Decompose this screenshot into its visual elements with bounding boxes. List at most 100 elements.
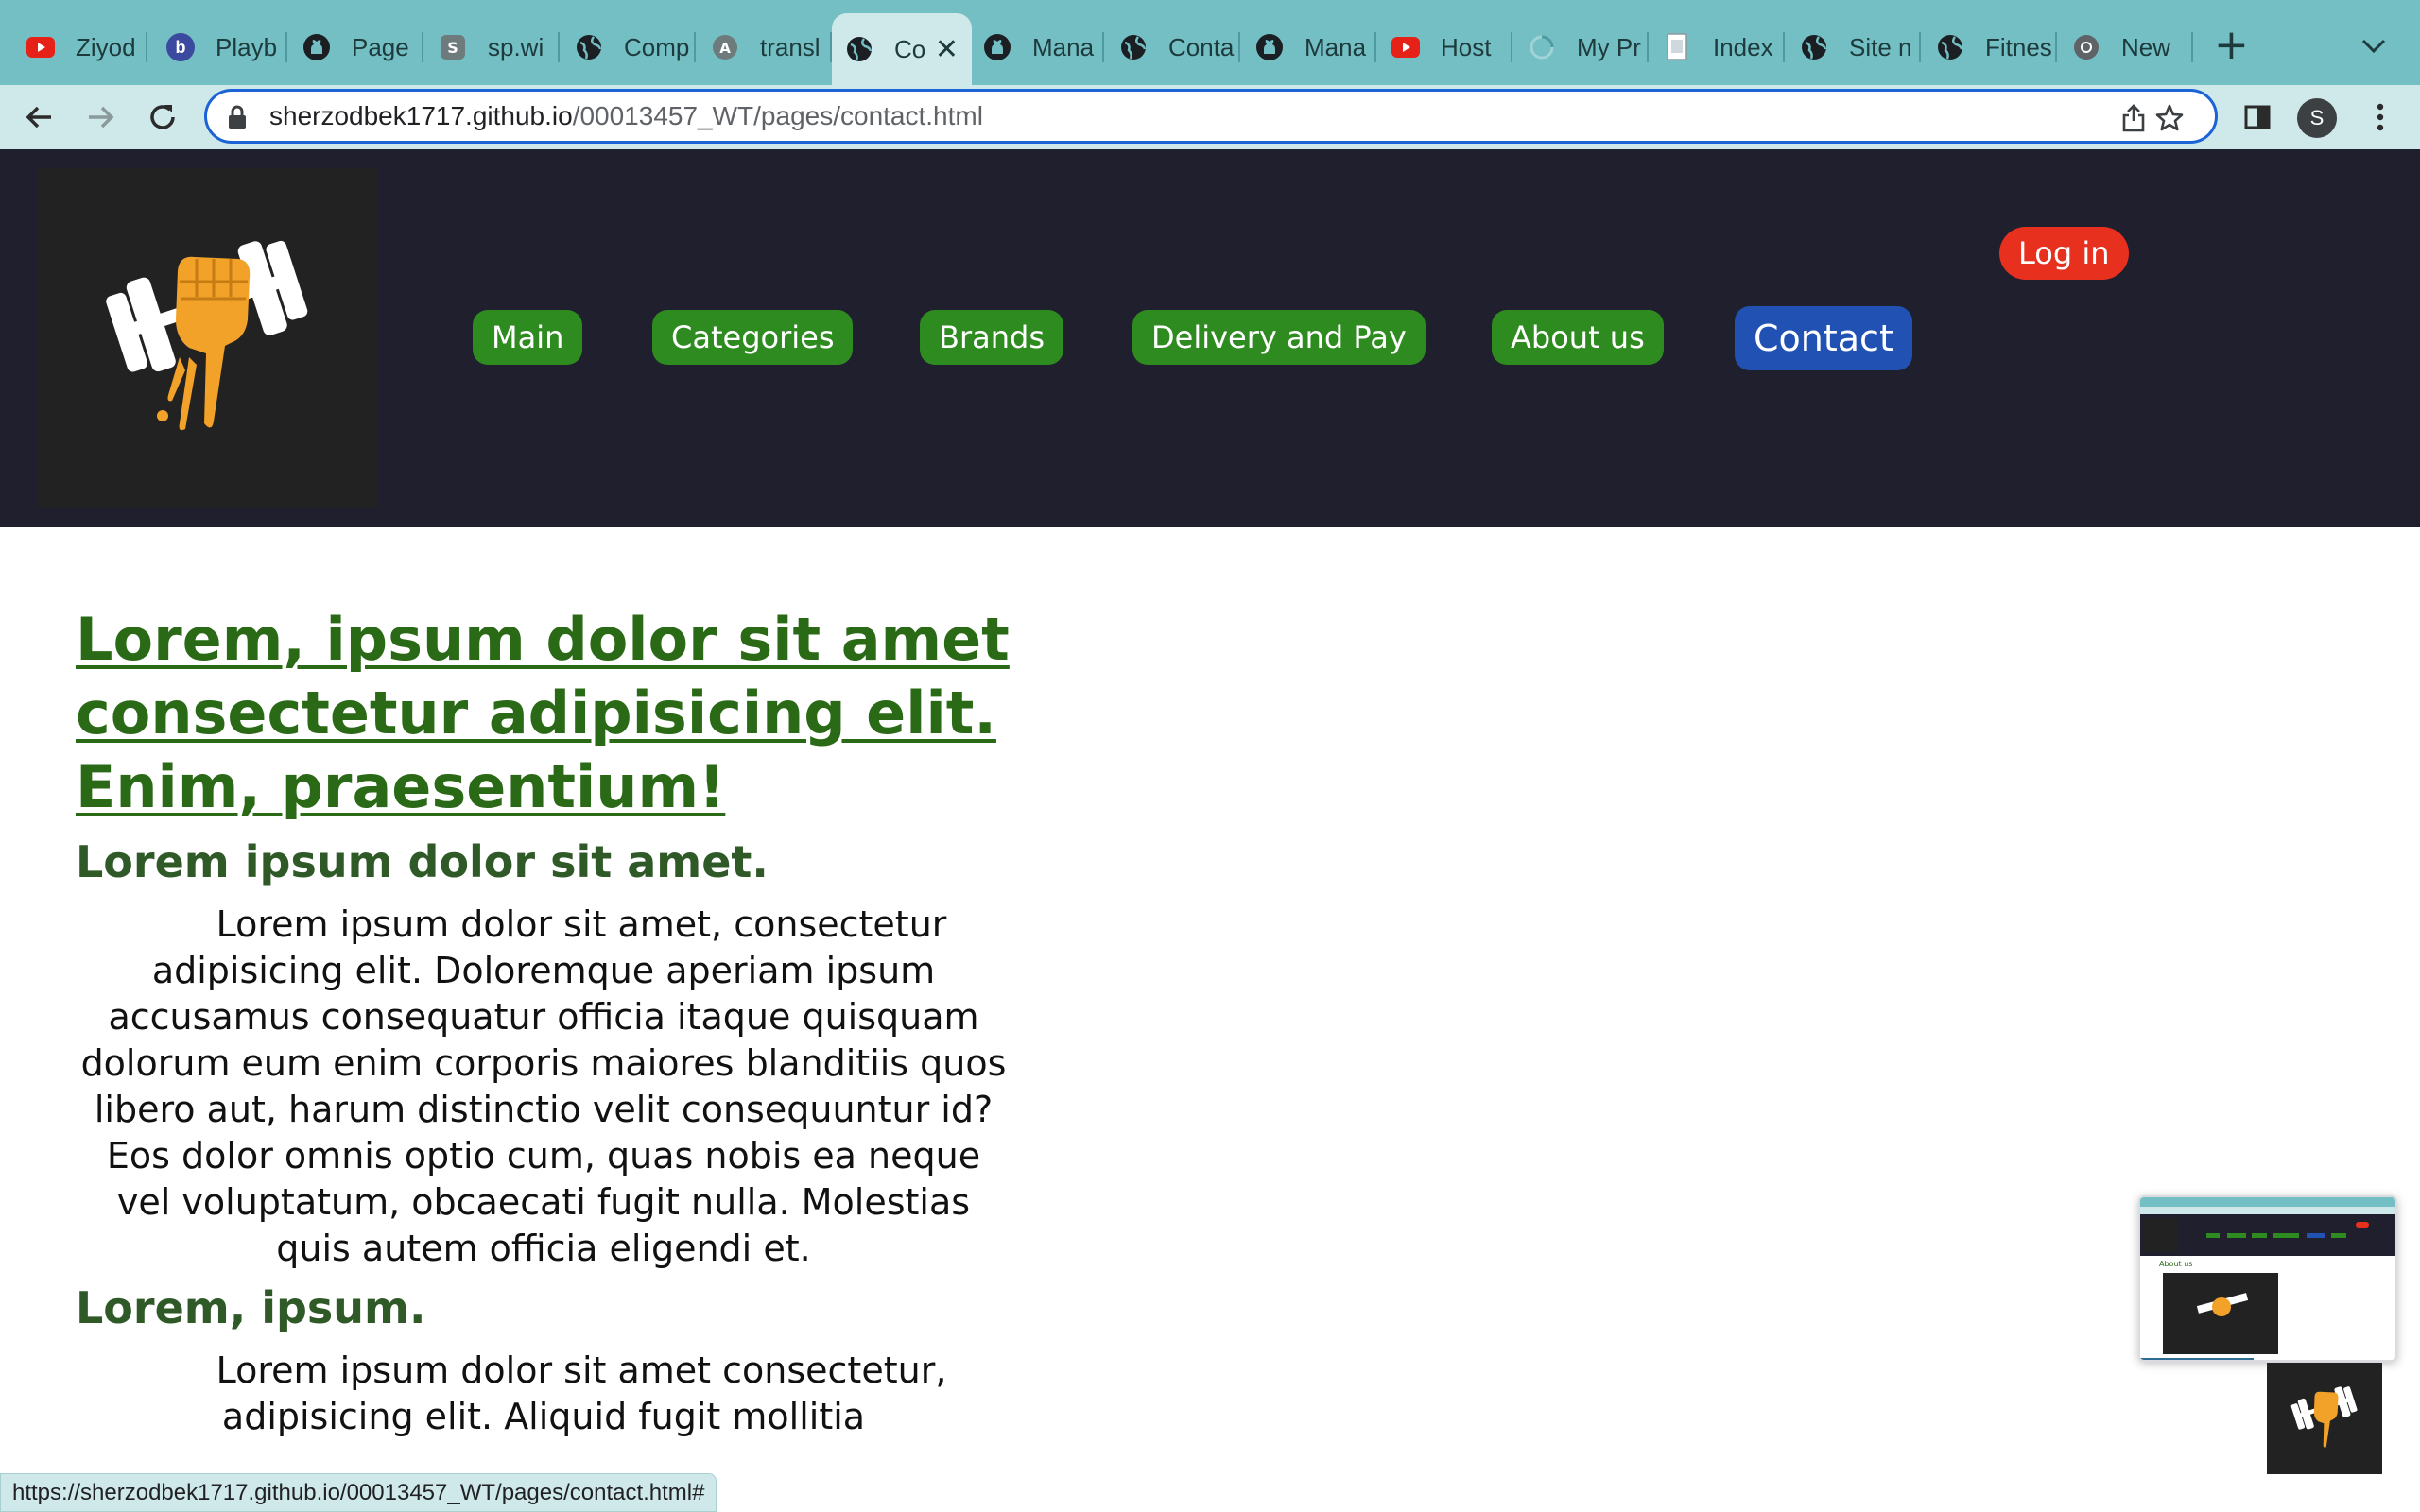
browser-tab-title: My Pr [1577, 32, 1641, 61]
address-bar[interactable]: sherzodbek1717.github.io/00013457_WT/pag… [204, 89, 2218, 144]
side-panel-icon[interactable] [2238, 98, 2276, 136]
globe-icon [1800, 33, 1828, 61]
back-arrow-icon [26, 106, 51, 129]
reload-icon [150, 105, 175, 129]
browser-tab-title: Co [894, 34, 926, 63]
browser-tab-title: Conta [1168, 32, 1235, 61]
page-preview-image [2140, 1197, 2395, 1360]
browser-toolbar: sherzodbek1717.github.io/00013457_WT/pag… [0, 85, 2420, 149]
github-icon [983, 33, 1011, 61]
dumbbell-fist-mini-icon [2290, 1386, 2358, 1448]
browser-tab[interactable]: Ssp.wi [425, 17, 560, 77]
browser-tab[interactable]: Atransl [698, 17, 832, 77]
bookmark-star-icon[interactable] [2152, 101, 2187, 135]
svg-text:A: A [719, 40, 731, 57]
youtube-icon [26, 33, 55, 61]
browser-tab[interactable]: Conta [1106, 17, 1240, 77]
browser-tab-title: Mana [1305, 32, 1367, 61]
url-path: /00013457_WT/pages/contact.html [572, 101, 983, 130]
login-button[interactable]: Log in [1999, 227, 2129, 280]
browser-tab[interactable]: Index [1651, 17, 1785, 77]
browser-tab[interactable]: Page [289, 17, 424, 77]
browser-tab-title: transl [760, 32, 821, 61]
browser-tab[interactable]: Host [1378, 17, 1512, 77]
tab-separator [1647, 32, 1649, 62]
browser-tab[interactable]: Ziyod [13, 17, 147, 77]
tab-separator [1511, 32, 1512, 62]
nav-item[interactable]: Contact [1735, 306, 1912, 370]
browser-tab[interactable]: Site n [1787, 17, 1921, 77]
dumbbell-fist-logo-icon [106, 240, 308, 431]
nav-item[interactable]: Delivery and Pay [1132, 310, 1426, 365]
browser-tab[interactable]: Comp [562, 17, 696, 77]
close-tab-icon[interactable]: ✕ [935, 33, 959, 66]
browser-tab[interactable]: Mana [970, 17, 1104, 77]
tab-search-chevron-icon[interactable] [2361, 28, 2386, 61]
browser-tab-title: Mana [1032, 32, 1095, 61]
browser-tab-title: Comp [624, 32, 690, 61]
reload-button[interactable] [142, 96, 183, 138]
profile-avatar[interactable]: S [2297, 98, 2337, 138]
new-tab-button[interactable]: + [2214, 25, 2249, 66]
tab-separator [1919, 32, 1921, 62]
browser-tab[interactable]: New [2059, 17, 2193, 77]
tab-separator [2191, 32, 2193, 62]
browser-tab[interactable]: Mana [1242, 17, 1376, 77]
browser-tab[interactable]: Fitnes [1923, 17, 2057, 77]
tab-separator [1238, 32, 1240, 62]
url-host: sherzodbek1717.github.io [269, 101, 573, 130]
page-title[interactable]: Lorem, ipsum dolor sit amet consectetur … [76, 603, 1011, 824]
browser-menu-icon[interactable] [2361, 98, 2399, 136]
tab-separator [1374, 32, 1376, 62]
nav-item[interactable]: Main [473, 310, 583, 365]
preview-heading: About us [2159, 1260, 2193, 1268]
tab-separator [146, 32, 147, 62]
globe-icon [1119, 33, 1148, 61]
tab-separator [1783, 32, 1785, 62]
browser-tab-title: Page [352, 32, 409, 61]
tab-separator [2055, 32, 2057, 62]
mini-logo-thumbnail[interactable] [2267, 1363, 2382, 1474]
nav-item[interactable]: Categories [652, 310, 854, 365]
site-logo[interactable] [38, 168, 378, 508]
github-icon [302, 33, 331, 61]
back-button[interactable] [19, 96, 60, 138]
browser-tab-title: New [2121, 32, 2171, 61]
site-header: Main Categories Brands Delivery and Pay Abou… [0, 149, 2420, 527]
loading-icon [1528, 33, 1556, 61]
tab-separator [422, 32, 424, 62]
browser-tab[interactable]: b Playb [153, 17, 287, 77]
tab-separator [694, 32, 696, 62]
chrome-icon [2072, 33, 2100, 61]
forward-button[interactable] [79, 96, 121, 138]
main-content: Lorem, ipsum dolor sit amet consectetur … [76, 603, 1011, 1440]
sp-icon: S [439, 33, 467, 61]
share-icon[interactable] [2117, 101, 2151, 135]
link-status-bar: https://sherzodbek1717.github.io/0001345… [0, 1473, 717, 1512]
tab-preview-thumbnail[interactable]: About us [2138, 1195, 2397, 1362]
browser-tab-title: Index [1713, 32, 1773, 61]
document-icon [1664, 33, 1692, 61]
section-heading-1: Lorem ipsum dolor sit amet. [76, 836, 769, 887]
youtube-icon [1392, 33, 1420, 61]
svg-text:S: S [447, 39, 458, 57]
section-paragraph-2: Lorem ipsum dolor sit amet consectetur, … [216, 1349, 947, 1437]
address-url[interactable]: sherzodbek1717.github.io/00013457_WT/pag… [269, 101, 983, 131]
browser-tab[interactable]: My Pr [1514, 17, 1649, 77]
translate-icon: A [711, 33, 739, 61]
browser-tab-title: sp.wi [488, 32, 544, 61]
browser-tab-title: Playb [216, 32, 278, 61]
nav-item[interactable]: About us [1492, 310, 1664, 365]
section-heading-2: Lorem, ipsum. [76, 1282, 426, 1333]
tab-separator [558, 32, 560, 62]
b-letter-icon: b [166, 33, 195, 61]
tab-separator [285, 32, 287, 62]
browser-tab-title: Site n [1849, 32, 1912, 61]
browser-tab-title: Host [1441, 32, 1492, 61]
browser-tab-title: Fitnes [1985, 32, 2052, 61]
section-paragraph-1: Lorem ipsum dolor sit amet, consectetur … [80, 903, 1007, 1269]
nav-item[interactable]: Brands [920, 310, 1063, 365]
browser-tab[interactable]: Co ✕ [832, 13, 972, 85]
globe-icon [575, 33, 603, 61]
lock-icon [229, 105, 246, 129]
